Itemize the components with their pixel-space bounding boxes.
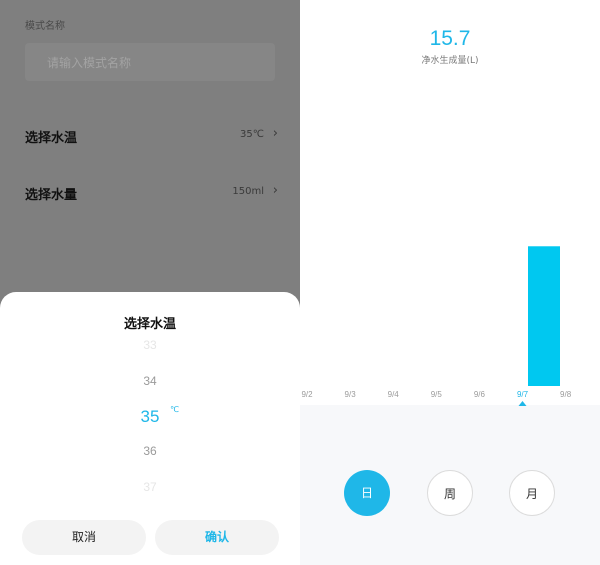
mode-name-title: 模式名称 [25, 21, 65, 32]
x-tick-label[interactable]: 9/2 [301, 390, 313, 399]
picker-option[interactable]: 37 [120, 480, 180, 494]
select-temperature-label: 选择水温 [25, 131, 78, 146]
x-tick-label[interactable]: 9/5 [431, 390, 443, 399]
picker-option[interactable]: 34 [120, 374, 180, 388]
chevron-right-icon: › [272, 183, 278, 198]
picker-option[interactable]: 33 [120, 338, 180, 352]
daily-water-chart: 9/2 9/3 9/4 9/5 9/6 9/7 9/8 [301, 246, 572, 406]
select-temperature-row[interactable]: 选择水温 35℃ › [10, 113, 290, 157]
bar-9-7[interactable] [528, 246, 560, 386]
cancel-button[interactable]: 取消 [22, 520, 146, 555]
select-volume-label: 选择水量 [25, 188, 78, 203]
select-volume-value: 150ml [232, 186, 264, 197]
temperature-picker-sheet: 选择水温 33 34 35 36 37 ℃ 取消 确认 [0, 292, 300, 565]
settings-panel: 模式名称 请输入模式名称 选择水温 35℃ › 选择水量 150ml › 选择水… [0, 0, 300, 565]
period-week-button[interactable]: 周 [427, 470, 473, 516]
picker-title: 选择水温 [123, 317, 176, 332]
period-month-button[interactable]: 月 [509, 470, 555, 516]
confirm-button[interactable]: 确认 [155, 520, 279, 555]
x-tick-label[interactable]: 9/6 [474, 390, 486, 399]
x-tick-label[interactable]: 9/3 [345, 390, 357, 399]
total-water-label: 净水生成量(L) [421, 56, 479, 66]
total-water-value: 15.7 [429, 27, 471, 50]
stats-panel: 15.7 净水生成量(L) 9/2 9/3 9/4 9/5 9/6 9/7 9/8 日 周 … [300, 0, 600, 565]
mode-name-placeholder: 请输入模式名称 [47, 56, 132, 70]
x-tick-label[interactable]: 9/8 [560, 390, 572, 399]
period-day-button[interactable]: 日 [344, 470, 390, 516]
x-tick-label[interactable]: 9/4 [388, 390, 400, 399]
picker-option[interactable]: 36 [120, 444, 180, 458]
x-tick-label[interactable]: 9/7 [517, 390, 529, 399]
chevron-right-icon: › [272, 126, 278, 141]
select-volume-row[interactable]: 选择水量 150ml › [10, 170, 290, 214]
selected-marker-icon [518, 401, 527, 406]
mode-name-input[interactable]: 请输入模式名称 [25, 43, 275, 81]
select-temperature-value: 35℃ [240, 129, 264, 140]
picker-unit: ℃ [170, 405, 179, 414]
